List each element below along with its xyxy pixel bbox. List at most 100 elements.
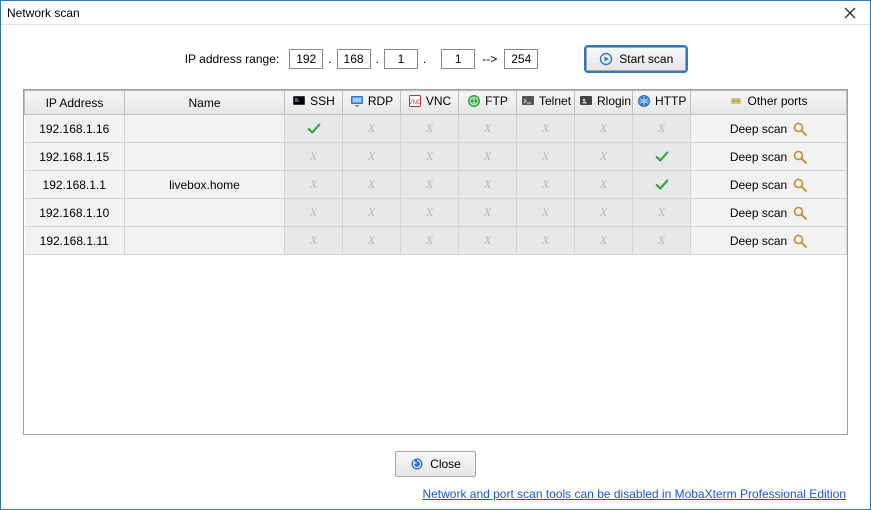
cell-deep-scan[interactable]: Deep scan (691, 171, 847, 199)
footer-link[interactable]: Network and port scan tools can be disab… (422, 485, 848, 501)
cell-ip: 192.168.1.15 (25, 143, 125, 171)
cell-ftp: X (459, 143, 517, 171)
x-mark-icon: X (600, 233, 607, 247)
close-button-label: Close (430, 457, 461, 471)
dot-separator: . (327, 52, 332, 66)
cell-ip: 192.168.1.1 (25, 171, 125, 199)
col-vnc-header[interactable]: VNC VNC (401, 91, 459, 115)
cell-ssh: X (285, 227, 343, 255)
x-mark-icon: X (426, 121, 433, 135)
results-table: IP Address Name SSH RDP VNC VNC (24, 90, 847, 255)
cell-rlogin: X (575, 143, 633, 171)
col-rlogin-header[interactable]: Rlogin (575, 91, 633, 115)
x-mark-icon: X (426, 233, 433, 247)
x-mark-icon: X (368, 205, 375, 219)
deep-scan-label: Deep scan (730, 206, 787, 220)
x-mark-icon: X (600, 149, 607, 163)
cell-vnc: X (401, 143, 459, 171)
table-row[interactable]: 192.168.1.10XXXXXXXDeep scan (25, 199, 847, 227)
ip-octet-3-input[interactable] (384, 49, 418, 69)
cell-rlogin: X (575, 171, 633, 199)
dot-separator: . (422, 52, 427, 66)
cell-name (125, 227, 285, 255)
cell-telnet: X (517, 171, 575, 199)
ip-range-from-input[interactable] (441, 49, 475, 69)
x-mark-icon: X (368, 177, 375, 191)
refresh-icon (410, 457, 424, 471)
port-icon (729, 94, 743, 108)
x-mark-icon: X (484, 121, 491, 135)
cell-ssh (285, 115, 343, 143)
cell-telnet: X (517, 199, 575, 227)
x-mark-icon: X (368, 149, 375, 163)
col-ip-header[interactable]: IP Address (25, 91, 125, 115)
content-area: IP address range: . . . --> Start scan (1, 25, 870, 509)
table-row[interactable]: 192.168.1.15XXXXXXDeep scan (25, 143, 847, 171)
cell-rdp: X (343, 199, 401, 227)
cell-rlogin: X (575, 199, 633, 227)
x-mark-icon: X (600, 177, 607, 191)
deep-scan-label: Deep scan (730, 150, 787, 164)
cell-telnet: X (517, 227, 575, 255)
col-http-header[interactable]: HTTP (633, 91, 691, 115)
col-telnet-header[interactable]: Telnet (517, 91, 575, 115)
col-rdp-header[interactable]: RDP (343, 91, 401, 115)
x-mark-icon: X (310, 177, 317, 191)
x-mark-icon: X (310, 205, 317, 219)
x-mark-icon: X (368, 233, 375, 247)
telnet-icon (521, 94, 535, 108)
cell-telnet: X (517, 143, 575, 171)
cell-http (633, 143, 691, 171)
start-scan-button[interactable]: Start scan (586, 47, 686, 71)
table-row[interactable]: 192.168.1.11XXXXXXXDeep scan (25, 227, 847, 255)
deep-scan-label: Deep scan (730, 234, 787, 248)
x-mark-icon: X (426, 205, 433, 219)
cell-deep-scan[interactable]: Deep scan (691, 227, 847, 255)
cell-vnc: X (401, 227, 459, 255)
ip-range-to-input[interactable] (504, 49, 538, 69)
x-mark-icon: X (310, 233, 317, 247)
x-mark-icon: X (542, 205, 549, 219)
col-ftp-header[interactable]: FTP (459, 91, 517, 115)
x-mark-icon: X (484, 149, 491, 163)
ip-octet-1-input[interactable] (289, 49, 323, 69)
cell-vnc: X (401, 171, 459, 199)
col-other-ports-header[interactable]: Other ports (691, 91, 847, 115)
magnifier-icon (793, 122, 807, 136)
range-arrow: --> (479, 52, 500, 66)
x-mark-icon: X (542, 233, 549, 247)
cell-name (125, 115, 285, 143)
cell-vnc: X (401, 199, 459, 227)
magnifier-icon (793, 206, 807, 220)
cell-ftp: X (459, 227, 517, 255)
cell-deep-scan[interactable]: Deep scan (691, 199, 847, 227)
deep-scan-label: Deep scan (730, 122, 787, 136)
table-row[interactable]: 192.168.1.1livebox.homeXXXXXXDeep scan (25, 171, 847, 199)
cell-deep-scan[interactable]: Deep scan (691, 115, 847, 143)
dot-separator: . (375, 52, 380, 66)
close-icon (843, 6, 857, 20)
cell-ip: 192.168.1.16 (25, 115, 125, 143)
ftp-icon (467, 94, 481, 108)
cell-ssh: X (285, 199, 343, 227)
close-button[interactable]: Close (395, 451, 476, 477)
cell-ftp: X (459, 199, 517, 227)
x-mark-icon: X (484, 177, 491, 191)
x-mark-icon: X (368, 121, 375, 135)
checkmark-icon (655, 150, 669, 164)
col-name-header[interactable]: Name (125, 91, 285, 115)
table-body: 192.168.1.16XXXXXXDeep scan192.168.1.15X… (25, 115, 847, 255)
cell-http: X (633, 199, 691, 227)
cell-http (633, 171, 691, 199)
col-ssh-header[interactable]: SSH (285, 91, 343, 115)
cell-deep-scan[interactable]: Deep scan (691, 143, 847, 171)
svg-text:VNC: VNC (408, 100, 421, 106)
ssh-icon (292, 94, 306, 108)
table-row[interactable]: 192.168.1.16XXXXXXDeep scan (25, 115, 847, 143)
ip-range-row: IP address range: . . . --> Start scan (23, 47, 848, 71)
cell-rdp: X (343, 171, 401, 199)
window-close-button[interactable] (836, 3, 864, 23)
cell-vnc: X (401, 115, 459, 143)
http-icon (637, 94, 651, 108)
ip-octet-2-input[interactable] (337, 49, 371, 69)
